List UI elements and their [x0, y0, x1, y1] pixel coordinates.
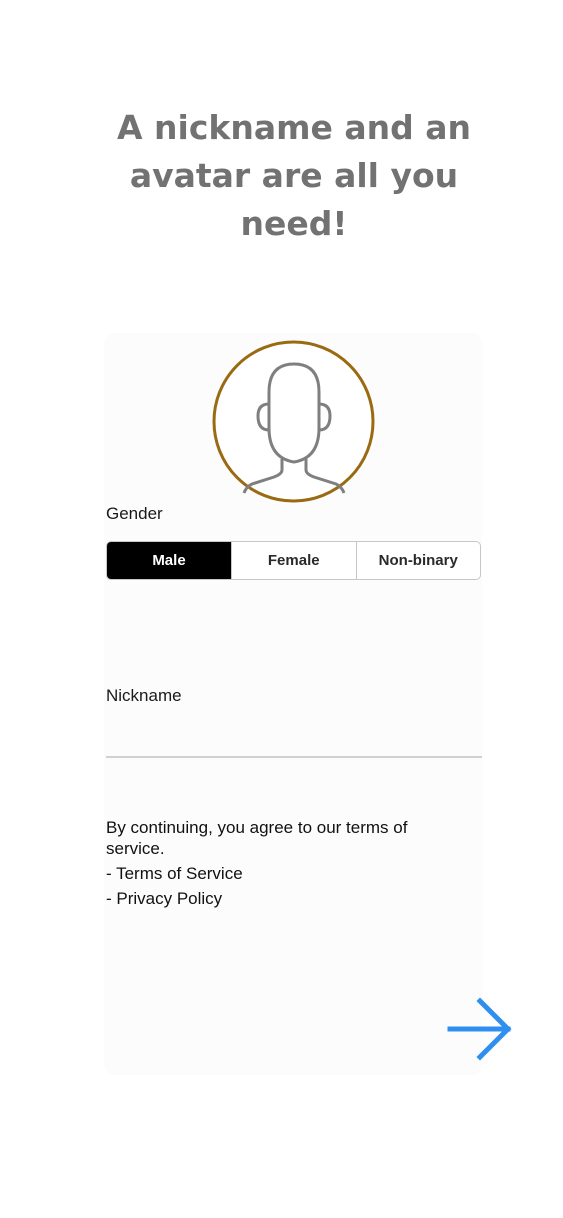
headline-line-1: A nickname and an [117, 108, 471, 147]
next-button[interactable] [446, 996, 514, 1062]
avatar-picker[interactable] [212, 340, 375, 503]
privacy-policy-link[interactable]: - Privacy Policy [106, 888, 456, 909]
terms-notice: By continuing, you agree to our terms of… [106, 817, 456, 909]
terms-intro: By continuing, you agree to our terms of… [106, 818, 408, 858]
gender-option-non-binary[interactable]: Non-binary [355, 542, 481, 579]
terms-of-service-link[interactable]: - Terms of Service [106, 863, 456, 884]
gender-label: Gender [106, 504, 163, 523]
headline: A nickname and an avatar are all you nee… [0, 104, 563, 248]
arrow-right-icon [447, 997, 512, 1061]
nickname-input[interactable] [106, 716, 482, 758]
headline-line-2: avatar are all you [129, 156, 459, 195]
nickname-label: Nickname [106, 686, 182, 705]
gender-option-male[interactable]: Male [107, 542, 231, 579]
gender-segmented-control: Male Female Non-binary [106, 541, 481, 580]
headline-line-3: need! [240, 204, 348, 243]
gender-option-female[interactable]: Female [231, 542, 356, 579]
person-silhouette-icon [212, 340, 375, 503]
